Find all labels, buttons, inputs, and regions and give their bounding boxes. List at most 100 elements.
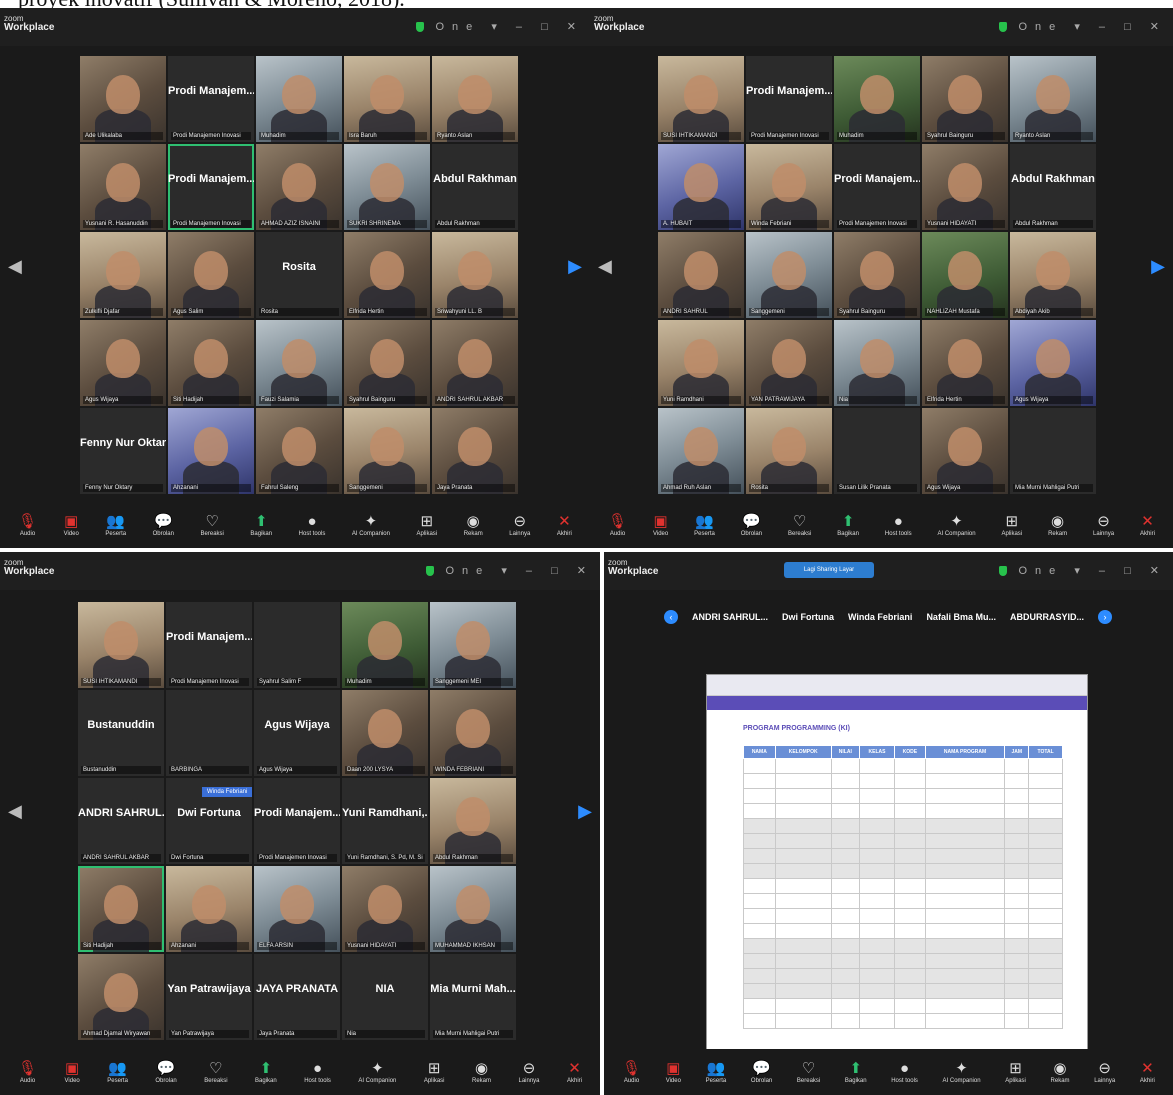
participant-tile[interactable]: Rosita bbox=[746, 408, 832, 494]
toolbar-button-lainnya[interactable]: ⊖ Lainnya bbox=[1094, 1060, 1115, 1084]
participant-tile[interactable]: Syahrul Salim F bbox=[254, 602, 340, 688]
toolbar-button-obrolan[interactable]: 💬 Obrolan bbox=[751, 1060, 772, 1084]
window-controls[interactable]: One ▾ – □ ✕ bbox=[999, 20, 1167, 33]
participant-tile[interactable]: Ade Ulikalaba bbox=[80, 56, 166, 142]
participant-tile[interactable]: Nia bbox=[834, 320, 920, 406]
participant-tile[interactable]: Sanggemeni MEI bbox=[430, 602, 516, 688]
prev-page-icon[interactable]: ◀ bbox=[598, 256, 612, 277]
toolbar-button-akhiri[interactable]: ✕ Akhiri bbox=[1140, 513, 1155, 537]
strip-participant[interactable]: Winda Febriani bbox=[848, 612, 912, 622]
participant-tile[interactable]: Sanggemeni bbox=[344, 408, 430, 494]
participant-tile[interactable]: Bustanuddin Bustanuddin bbox=[78, 690, 164, 776]
participant-tile[interactable]: Sanggemeni bbox=[746, 232, 832, 318]
participant-tile[interactable]: SUKRI SHRINEMA bbox=[344, 144, 430, 230]
participant-tile[interactable]: Mia Murni Mahligai Putri bbox=[1010, 408, 1096, 494]
toolbar-button-host-tools[interactable]: ● Host tools bbox=[891, 1060, 918, 1084]
participant-tile[interactable]: Fenny Nur Oktary Fenny Nur Oktary bbox=[80, 408, 166, 494]
participant-tile[interactable]: Fauzi Salamia bbox=[256, 320, 342, 406]
toolbar-button-rekam[interactable]: ◉ Rekam bbox=[464, 513, 483, 537]
participant-tile[interactable]: MUHAMMAD IKHSAN bbox=[430, 866, 516, 952]
toolbar-button-bagikan[interactable]: ⬆ Bagikan bbox=[255, 1060, 277, 1084]
participant-tile[interactable]: Yuni Ramdhani bbox=[658, 320, 744, 406]
strip-participant[interactable]: ABDURRASYID... bbox=[1010, 612, 1084, 622]
participant-tile[interactable]: Yusnani HIDAYATI bbox=[922, 144, 1008, 230]
participant-tile[interactable]: Isra Baruh bbox=[344, 56, 430, 142]
participant-tile[interactable]: Mia Murni Mah... Mia Murni Mahligai Putri bbox=[430, 954, 516, 1040]
toolbar-button-ai-companion[interactable]: ✦ AI Companion bbox=[943, 1060, 981, 1084]
participant-tile[interactable]: Prodi Manajem... Prodi Manajemen Inovasi bbox=[166, 602, 252, 688]
participant-tile[interactable]: Elfrida Hertin bbox=[922, 320, 1008, 406]
toolbar-button-video[interactable]: ▣ Video bbox=[653, 513, 668, 537]
participant-tile[interactable]: Rosita Rosita bbox=[256, 232, 342, 318]
participant-tile[interactable]: Sriwahyuni LL. B bbox=[432, 232, 518, 318]
participant-tile[interactable]: Agus Wijaya Agus Wijaya bbox=[254, 690, 340, 776]
participant-tile[interactable]: NIA Nia bbox=[342, 954, 428, 1040]
toolbar-button-obrolan[interactable]: 💬 Obrolan bbox=[155, 1060, 176, 1084]
participant-tile[interactable]: Prodi Manajem... Prodi Manajemen Inovasi bbox=[168, 144, 254, 230]
toolbar-button-bagikan[interactable]: ⬆ Bagikan bbox=[837, 513, 859, 537]
toolbar-button-bereaksi[interactable]: ♡ Bereaksi bbox=[204, 1060, 227, 1084]
participant-tile[interactable]: Siti Hadijah bbox=[78, 866, 164, 952]
toolbar-button-lainnya[interactable]: ⊖ Lainnya bbox=[518, 1060, 539, 1084]
participant-tile[interactable]: Prodi Manajem... Prodi Manajemen Inovasi bbox=[254, 778, 340, 864]
next-page-icon[interactable]: ▶ bbox=[578, 801, 592, 822]
toolbar-button-aplikasi[interactable]: ⊞ Aplikasi bbox=[1001, 513, 1022, 537]
toolbar-button-rekam[interactable]: ◉ Rekam bbox=[1048, 513, 1067, 537]
toolbar-button-lainnya[interactable]: ⊖ Lainnya bbox=[1093, 513, 1114, 537]
participant-tile[interactable]: Ahzanani bbox=[166, 866, 252, 952]
participant-tile[interactable]: Abdul Rakhman Abdul Rakhman bbox=[432, 144, 518, 230]
participant-tile[interactable]: NAHLIZAH Mustafa bbox=[922, 232, 1008, 318]
toolbar-button-audio[interactable]: 🎙 Audio bbox=[622, 1060, 641, 1084]
toolbar-button-rekam[interactable]: ◉ Rekam bbox=[472, 1060, 491, 1084]
participant-tile[interactable]: SUSI IHTIKAMANDI bbox=[78, 602, 164, 688]
participant-tile[interactable]: Ahzanani bbox=[168, 408, 254, 494]
toolbar-button-bereaksi[interactable]: ♡ Bereaksi bbox=[797, 1060, 820, 1084]
toolbar-button-aplikasi[interactable]: ⊞ Aplikasi bbox=[424, 1060, 445, 1084]
participant-tile[interactable]: Jaya Pranata bbox=[432, 408, 518, 494]
toolbar-button-akhiri[interactable]: ✕ Akhiri bbox=[567, 1060, 582, 1084]
strip-participant[interactable]: Dwi Fortuna bbox=[782, 612, 834, 622]
participant-tile[interactable]: BARBINGA bbox=[166, 690, 252, 776]
toolbar-button-akhiri[interactable]: ✕ Akhiri bbox=[557, 513, 572, 537]
prev-strip-icon[interactable]: ‹ bbox=[664, 610, 678, 624]
participant-tile[interactable]: Yan Patrawijaya Yan Patrawijaya bbox=[166, 954, 252, 1040]
next-page-icon[interactable]: ▶ bbox=[568, 256, 582, 277]
toolbar-button-obrolan[interactable]: 💬 Obrolan bbox=[153, 513, 174, 537]
toolbar-button-audio[interactable]: 🎙 Audio bbox=[18, 1060, 37, 1084]
participant-tile[interactable]: Abdul Rakhman Abdul Rakhman bbox=[1010, 144, 1096, 230]
window-controls[interactable]: One ▾ – □ ✕ bbox=[426, 564, 594, 577]
participant-tile[interactable]: Abdul Rakhman bbox=[430, 778, 516, 864]
participant-tile[interactable]: Yusnani HIDAYATI bbox=[342, 866, 428, 952]
strip-participant[interactable]: ANDRI SAHRUL... bbox=[692, 612, 768, 622]
participant-tile[interactable]: Muhadim bbox=[342, 602, 428, 688]
toolbar-button-host-tools[interactable]: ● Host tools bbox=[304, 1060, 331, 1084]
participant-tile[interactable]: JAYA PRANATA Jaya Pranata bbox=[254, 954, 340, 1040]
participant-tile[interactable]: Prodi Manajem... Prodi Manajemen Inovasi bbox=[168, 56, 254, 142]
participant-tile[interactable]: Syahrul Bainguru bbox=[834, 232, 920, 318]
participant-tile[interactable]: Yusnani R. Hasanuddin bbox=[80, 144, 166, 230]
participant-tile[interactable]: Ahmad Djamal Wiryawan bbox=[78, 954, 164, 1040]
toolbar-button-bagikan[interactable]: ⬆ Bagikan bbox=[250, 513, 272, 537]
participant-tile[interactable]: Abdiyah Akib bbox=[1010, 232, 1096, 318]
toolbar-button-video[interactable]: ▣ Video bbox=[65, 1060, 80, 1084]
participant-tile[interactable]: Susan Lilik Pranata bbox=[834, 408, 920, 494]
participant-tile[interactable]: Muhadim bbox=[834, 56, 920, 142]
toolbar-button-peserta[interactable]: 👥 Peserta bbox=[694, 513, 715, 537]
toolbar-button-ai-companion[interactable]: ✦ AI Companion bbox=[938, 513, 976, 537]
participant-tile[interactable]: Prodi Manajem... Prodi Manajemen Inovasi bbox=[746, 56, 832, 142]
prev-page-icon[interactable]: ◀ bbox=[8, 801, 22, 822]
participant-tile[interactable]: Winda Febriani bbox=[746, 144, 832, 230]
participant-tile[interactable]: ANDRI SAHRUL... ANDRI SAHRUL AKBAR bbox=[78, 778, 164, 864]
participant-tile[interactable]: AHMAD AZIZ ISNAINI bbox=[256, 144, 342, 230]
toolbar-button-ai-companion[interactable]: ✦ AI Companion bbox=[352, 513, 390, 537]
participant-tile[interactable]: Muhadim bbox=[256, 56, 342, 142]
participant-tile[interactable]: Elfrida Hertin bbox=[344, 232, 430, 318]
toolbar-button-host-tools[interactable]: ● Host tools bbox=[299, 513, 326, 537]
screen-share-badge[interactable]: Lagi Sharing Layar bbox=[784, 562, 874, 578]
toolbar-button-rekam[interactable]: ◉ Rekam bbox=[1051, 1060, 1070, 1084]
participant-tile[interactable]: Syahrul Bainguru bbox=[344, 320, 430, 406]
participant-tile[interactable]: Agus Wijaya bbox=[1010, 320, 1096, 406]
prev-page-icon[interactable]: ◀ bbox=[8, 256, 22, 277]
toolbar-button-audio[interactable]: 🎙 Audio bbox=[608, 513, 627, 537]
toolbar-button-peserta[interactable]: 👥 Peserta bbox=[706, 1060, 727, 1084]
